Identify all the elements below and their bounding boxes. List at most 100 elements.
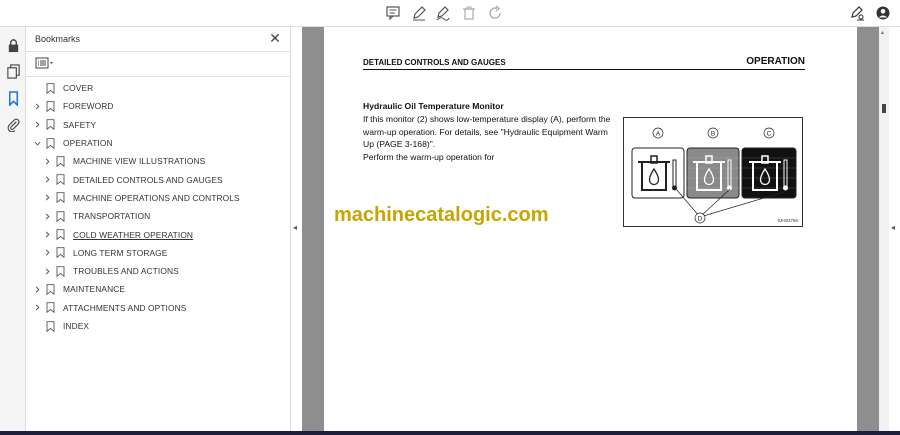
scrollbar-thumb[interactable]	[882, 104, 886, 113]
body-line: Perform the warm-up operation for	[363, 151, 495, 162]
bookmark-label: INDEX	[63, 321, 90, 331]
chevron-right-icon[interactable]	[43, 230, 52, 240]
bookmark-item[interactable]: MACHINE VIEW ILLUSTRATIONS	[26, 152, 290, 170]
taskbar-strip	[0, 431, 900, 435]
label-c: C	[767, 131, 772, 138]
bookmark-icon[interactable]	[4, 89, 22, 107]
bookmark-item[interactable]: TROUBLES AND ACTIONS	[26, 262, 290, 280]
sign-icon[interactable]	[848, 4, 866, 22]
lock-icon[interactable]	[4, 36, 22, 54]
bookmark-icon	[56, 156, 65, 167]
bookmark-item[interactable]: DETAILED CONTROLS AND GAUGES	[26, 170, 290, 188]
bookmark-item[interactable]: COLD WEATHER OPERATION	[26, 225, 290, 243]
bookmark-label: MACHINE OPERATIONS AND CONTROLS	[73, 192, 240, 203]
header-rule	[363, 69, 805, 70]
chevron-right-icon[interactable]	[43, 211, 52, 221]
bookmark-item[interactable]: SAFETY	[26, 116, 290, 134]
chevron-right-icon[interactable]	[33, 303, 42, 313]
attachment-icon[interactable]	[4, 115, 22, 133]
panel-title: Bookmarks	[35, 34, 81, 44]
left-rail	[0, 27, 26, 431]
bookmark-icon	[46, 137, 55, 149]
bookmark-icon	[56, 210, 65, 222]
bookmark-icon	[46, 320, 55, 332]
document-viewer: DETAILED CONTROLS AND GAUGES OPERATION H…	[302, 27, 879, 431]
bookmark-item[interactable]: OPERATION	[26, 134, 290, 152]
bookmark-label: DETAILED CONTROLS AND GAUGES	[73, 174, 223, 185]
bookmark-item[interactable]: COVER	[26, 79, 290, 97]
divider	[26, 76, 290, 77]
chevron-left-icon: ◂	[891, 223, 896, 232]
label-b: B	[711, 131, 715, 138]
bookmark-item[interactable]: LONG TERM STORAGE	[26, 244, 290, 262]
bookmark-label: MACHINE VIEW ILLUSTRATIONS	[73, 156, 206, 167]
chevron-right-icon[interactable]	[33, 101, 42, 111]
bookmark-item[interactable]: MAINTENANCE	[26, 280, 290, 298]
options-menu-button[interactable]	[35, 56, 57, 70]
body-line: Up (PAGE 3-168)".	[363, 139, 436, 150]
label-a: A	[656, 131, 661, 138]
close-panel-button[interactable]: ✕	[268, 31, 282, 45]
comment-icon[interactable]	[384, 4, 402, 22]
chevron-down-icon[interactable]	[33, 138, 42, 148]
page-header-right: OPERATION	[746, 56, 805, 67]
draw-icon[interactable]	[434, 4, 452, 22]
chevron-right-icon[interactable]	[33, 120, 42, 130]
expand-right-panel-handle[interactable]: ◂	[889, 27, 900, 431]
pages-icon[interactable]	[4, 62, 22, 80]
bookmark-label: ATTACHMENTS AND OPTIONS	[63, 302, 187, 313]
section-title: Hydraulic Oil Temperature Monitor	[363, 101, 504, 111]
bookmark-icon	[46, 82, 55, 94]
chevron-right-icon[interactable]	[43, 193, 52, 203]
chevron-right-icon[interactable]	[43, 156, 52, 166]
bookmark-item[interactable]: MACHINE OPERATIONS AND CONTROLS	[26, 189, 290, 207]
bookmark-item[interactable]: INDEX	[26, 317, 290, 335]
bookmark-list: COVER FOREWORD SAFETY OPERATION MACHINE VIEW…	[26, 79, 290, 335]
bookmark-icon	[56, 192, 65, 204]
collapse-panel-handle[interactable]: ◂	[291, 27, 302, 431]
divider	[26, 51, 290, 52]
bookmark-label: SAFETY	[63, 119, 97, 130]
vertical-scrollbar[interactable]: ▴	[879, 27, 889, 431]
bookmark-icon	[56, 174, 65, 186]
label-d: D	[698, 216, 703, 223]
body-text: If this monitor (2) shows low-temperatur…	[363, 113, 623, 163]
highlight-pen-icon[interactable]	[410, 4, 428, 22]
scroll-up-icon[interactable]: ▴	[881, 29, 884, 36]
bookmark-label: OPERATION	[63, 138, 113, 149]
rotate-icon[interactable]	[486, 4, 504, 22]
bookmark-label: COLD WEATHER OPERATION	[73, 229, 194, 240]
watermark-text: machinecatalogic.com	[334, 204, 549, 226]
document-page: DETAILED CONTROLS AND GAUGES OPERATION H…	[324, 27, 857, 431]
bookmark-icon	[46, 302, 55, 314]
bookmark-label: COVER	[63, 83, 94, 94]
chevron-right-icon[interactable]	[33, 284, 42, 294]
bookmark-label: LONG TERM STORAGE	[73, 247, 168, 258]
bookmarks-panel: Bookmarks ✕ COVER FOREWORD SAFETY OPERATION…	[26, 27, 291, 431]
bookmark-item[interactable]: TRANSPORTATION	[26, 207, 290, 225]
bookmark-label: MAINTENANCE	[63, 284, 126, 295]
account-icon[interactable]	[874, 4, 892, 22]
bookmark-label: FOREWORD	[63, 101, 114, 112]
monitor-illustration: A B C D	[631, 127, 797, 224]
bookmark-icon	[46, 101, 55, 112]
chevron-right-icon[interactable]	[43, 248, 52, 258]
bookmark-label: TRANSPORTATION	[73, 211, 151, 222]
figure-code: 9JH03766	[777, 218, 798, 223]
chevron-left-icon: ◂	[293, 223, 298, 232]
bookmark-item[interactable]: ATTACHMENTS AND OPTIONS	[26, 299, 290, 317]
bookmark-item[interactable]: FOREWORD	[26, 97, 290, 115]
bookmark-icon	[56, 229, 65, 241]
bookmark-icon	[56, 247, 65, 259]
chevron-right-icon[interactable]	[43, 175, 52, 185]
body-line: warm-up operation. For details, see "Hyd…	[363, 126, 608, 137]
monitor-figure: A B C D 9JH03766	[623, 117, 803, 227]
top-toolbar	[0, 0, 900, 27]
bookmark-icon	[46, 284, 55, 295]
body-line: If this monitor (2) shows low-temperatur…	[363, 114, 611, 124]
bookmark-icon	[46, 119, 55, 131]
chevron-right-icon[interactable]	[43, 266, 52, 276]
delete-icon[interactable]	[460, 4, 478, 22]
